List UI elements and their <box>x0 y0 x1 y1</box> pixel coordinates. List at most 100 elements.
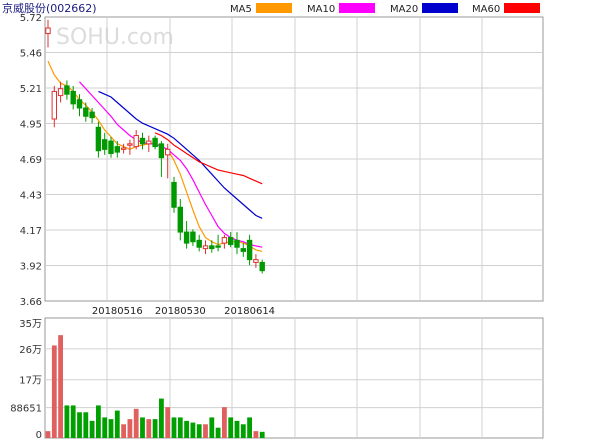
volume-bar <box>114 410 120 438</box>
kline-svg: 京威股份(002662) SOHU.com MA5 MA10 MA20 MA60 5.… <box>2 1 544 440</box>
candle-body <box>127 143 133 146</box>
candle <box>64 80 70 100</box>
volume-bar <box>140 417 145 438</box>
date-label: 20180530 <box>155 306 206 317</box>
candle-body <box>253 259 259 263</box>
candle <box>177 198 184 241</box>
volume-bar <box>45 431 51 438</box>
candle <box>139 132 146 150</box>
price-tick-label: 4.69 <box>20 155 42 166</box>
volume-bar <box>177 417 183 438</box>
candle <box>183 221 190 249</box>
volume-tick-label: 17万 <box>19 376 42 387</box>
candle-body <box>259 261 265 272</box>
sohu-watermark: SOHU.com <box>56 25 174 50</box>
volume-bar <box>171 417 177 438</box>
volume-bar <box>228 417 234 438</box>
price-tick-label: 3.92 <box>20 262 42 273</box>
candle <box>171 176 177 213</box>
volume-bar <box>102 417 108 438</box>
price-tick-label: 4.95 <box>20 120 42 131</box>
candle <box>114 141 120 158</box>
price-tick-label: 4.17 <box>20 226 42 237</box>
volume-bar <box>133 408 139 438</box>
volume-bar <box>203 424 208 438</box>
candle-body <box>215 245 221 248</box>
legend-label-ma20: MA20 <box>390 4 418 15</box>
date-label: 20180614 <box>224 306 275 317</box>
price-tick-label: 4.43 <box>20 191 42 202</box>
kline-chart: 京威股份(002662) SOHU.com MA5 MA10 MA20 MA60 5.… <box>0 0 600 440</box>
volume-bar <box>58 335 63 438</box>
volume-bar <box>51 345 57 438</box>
volume-bar <box>127 419 133 438</box>
candle-body <box>146 140 152 145</box>
ma-legend: MA5 MA10 MA20 MA60 <box>230 3 540 15</box>
candle <box>102 132 108 155</box>
candle <box>152 135 158 150</box>
volume-bar <box>108 419 114 438</box>
candle-body <box>228 237 234 245</box>
candle <box>246 234 253 266</box>
ma-line-ma5 <box>47 60 263 252</box>
candle-body <box>64 85 70 95</box>
volume-bar <box>121 424 126 438</box>
candle-body <box>57 88 64 97</box>
candle-body <box>221 237 228 244</box>
candle <box>259 259 265 274</box>
volume-bar <box>253 431 259 438</box>
volume-bar <box>152 419 158 438</box>
candle <box>234 232 240 255</box>
ma-line-ma60 <box>154 132 263 185</box>
candle-body <box>139 137 146 145</box>
price-axis: 5.72 5.46 5.21 4.95 4.69 4.43 4.17 3.92 3.66 <box>20 13 42 308</box>
candle <box>221 234 228 249</box>
legend-swatch-ma60 <box>504 3 540 13</box>
candle <box>196 234 202 252</box>
legend-swatch-ma5 <box>256 3 292 13</box>
candle <box>165 143 171 179</box>
volume-bar <box>240 424 246 438</box>
candle <box>83 102 89 122</box>
stock-title: 京威股份(002662) <box>2 1 97 15</box>
volume-bar <box>196 424 202 438</box>
volume-bar <box>77 412 82 438</box>
volume-bar <box>146 419 152 438</box>
candle-body <box>209 245 215 250</box>
candle <box>215 234 221 252</box>
candle-body <box>45 27 51 35</box>
price-tick-label: 5.72 <box>20 13 42 24</box>
volume-tick-label: 35万 <box>19 319 42 330</box>
volume-bar <box>215 427 221 438</box>
candle-body <box>246 239 253 261</box>
candle-body <box>152 137 158 148</box>
price-grid <box>45 17 543 301</box>
candle-body <box>202 245 209 250</box>
volume-axis: 35万 26万 17万 88651 0 <box>10 319 42 440</box>
candle-body <box>83 107 89 117</box>
ma-lines <box>47 60 263 252</box>
candle <box>95 121 102 158</box>
candle-body <box>165 148 171 156</box>
candle-body <box>89 111 95 119</box>
volume-bar <box>70 405 76 438</box>
candle <box>108 136 114 158</box>
candle <box>133 130 139 150</box>
candle-body <box>196 239 202 248</box>
legend-swatch-ma10 <box>339 3 375 13</box>
candle-body <box>133 135 139 148</box>
candle <box>202 240 209 255</box>
volume-bar <box>96 405 101 438</box>
price-tick-label: 3.66 <box>20 297 42 308</box>
volume-bar <box>234 420 240 438</box>
candle <box>190 229 196 246</box>
candle-body <box>183 231 190 244</box>
candle <box>127 139 133 155</box>
candle-body <box>158 143 165 159</box>
candle-body <box>51 90 57 120</box>
candle-body <box>114 146 120 153</box>
legend-label-ma5: MA5 <box>230 4 252 15</box>
date-label: 20180516 <box>92 306 143 317</box>
volume-bar <box>209 417 215 438</box>
price-tick-label: 5.21 <box>20 84 42 95</box>
